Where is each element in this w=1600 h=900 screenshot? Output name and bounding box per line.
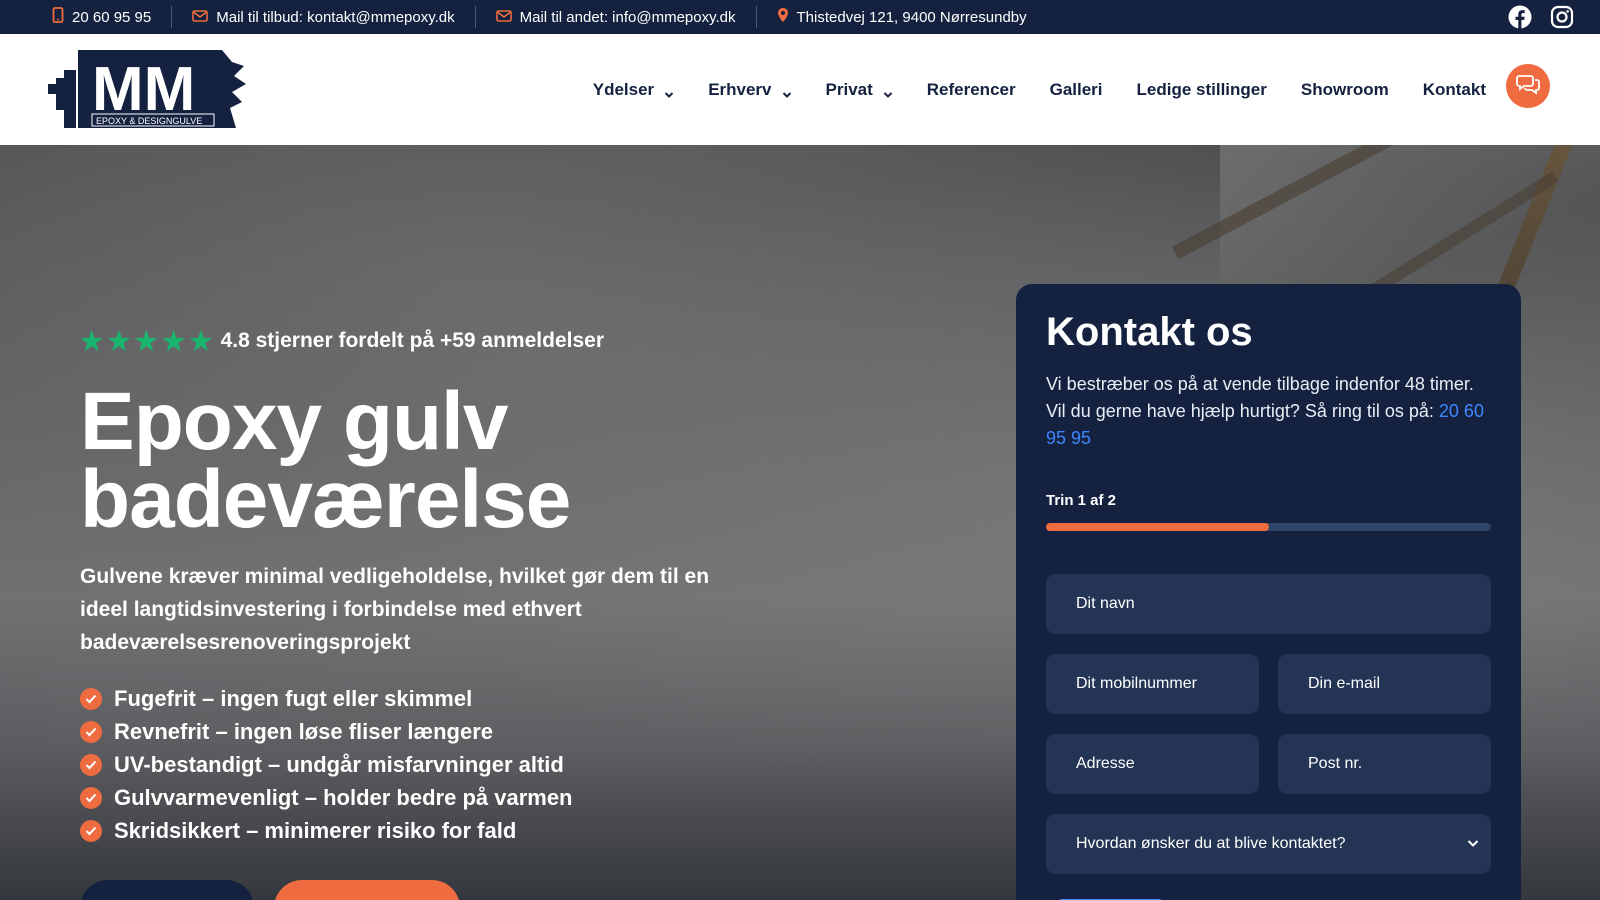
name-field[interactable]: Dit navn	[1046, 574, 1491, 634]
form-progress-bar	[1046, 523, 1491, 531]
site-logo[interactable]: MM EPOXY & DESIGNGULVE	[48, 48, 252, 132]
page-title-line: badeværelse	[80, 454, 571, 545]
envelope-icon	[192, 9, 209, 26]
postal-code-field-placeholder: Post nr.	[1308, 755, 1363, 772]
chevron-down-icon	[883, 85, 893, 98]
page-title: Epoxy gulv badeværelse	[80, 381, 800, 541]
topbar-address[interactable]: Thistedvej 121, 9400 Nørresundby	[757, 7, 1047, 27]
hero-subtitle: Gulvene kræver minimal vedligeholdelse, …	[80, 565, 710, 654]
nav-label: Referencer	[926, 79, 1016, 99]
chat-bubbles-icon	[1516, 73, 1540, 100]
instagram-icon[interactable]	[1550, 5, 1574, 29]
nav-item-privat[interactable]: Privat	[826, 80, 893, 100]
envelope-icon	[495, 9, 512, 26]
star-icon: ★	[161, 326, 186, 356]
logo-letters: MM	[92, 55, 195, 124]
form-progress-fill	[1046, 523, 1269, 531]
email-field-placeholder: Din e-mail	[1308, 675, 1381, 692]
secondary-cta-button[interactable]	[274, 880, 460, 900]
nav-label: Kontakt	[1422, 79, 1486, 99]
contact-form-card: Kontakt os Vi bestræber os på at vende t…	[1016, 284, 1521, 900]
feature-text: Skridsikkert – minimerer risiko for fald	[114, 817, 517, 843]
facebook-icon[interactable]	[1508, 5, 1532, 29]
topbar-mail-other[interactable]: Mail til andet: info@mmepoxy.dk	[476, 7, 756, 27]
nav-item-erhverv[interactable]: Erhverv	[708, 80, 791, 100]
feature-item: Revnefrit – ingen løse fliser længere	[80, 715, 573, 748]
main-nav: Ydelser Erhverv Privat Referencer Galler…	[593, 34, 1486, 145]
topbar-phone[interactable]: 20 60 95 95	[0, 7, 171, 27]
contact-description-text: Vi bestræber os på at vende tilbage inde…	[1046, 374, 1474, 421]
star-icon: ★	[189, 326, 213, 356]
name-field-placeholder: Dit navn	[1076, 595, 1135, 612]
hero-section: ★ ★ ★ ★ ★ 4.8 stjerner fordelt på +59 an…	[0, 145, 1600, 900]
nav-item-ydelser[interactable]: Ydelser	[593, 80, 674, 100]
check-icon	[80, 720, 102, 743]
feature-text: UV-bestandigt – undgår misfarvninger alt…	[114, 751, 564, 777]
feature-text: Revnefrit – ingen løse fliser længere	[114, 718, 494, 744]
star-rating: ★ ★ ★ ★ ★	[80, 328, 213, 354]
postal-code-field[interactable]: Post nr.	[1278, 734, 1491, 794]
feature-item: Skridsikkert – minimerer risiko for fald	[80, 814, 573, 847]
check-icon	[80, 819, 102, 842]
chevron-down-icon	[1467, 835, 1479, 853]
nav-item-galleri[interactable]: Galleri	[1050, 80, 1103, 100]
nav-label: Ledige stillinger	[1136, 79, 1267, 99]
star-icon: ★	[134, 326, 158, 356]
nav-label: Showroom	[1300, 79, 1389, 99]
nav-item-ledige-stillinger[interactable]: Ledige stillinger	[1137, 80, 1267, 100]
address-field[interactable]: Adresse	[1046, 734, 1259, 794]
primary-cta-button[interactable]	[80, 880, 254, 900]
review-rating-text: 4.8 stjerner fordelt på +59 anmeldelser	[220, 329, 604, 352]
nav-item-referencer[interactable]: Referencer	[927, 80, 1016, 100]
mobile-field[interactable]: Dit mobilnummer	[1046, 654, 1259, 714]
site-header: MM EPOXY & DESIGNGULVE Ydelser Erhverv P…	[0, 34, 1600, 145]
feature-text: Gulvvarmevenligt – holder bedre på varme…	[114, 784, 573, 810]
address-field-placeholder: Adresse	[1076, 755, 1135, 772]
social-links	[1508, 5, 1574, 29]
email-field[interactable]: Din e-mail	[1278, 654, 1491, 714]
contact-method-select[interactable]: Hvordan ønsker du at blive kontaktet?	[1046, 814, 1491, 874]
chevron-down-icon	[664, 85, 674, 98]
chat-button[interactable]	[1506, 64, 1550, 108]
nav-label: Galleri	[1049, 79, 1103, 99]
chevron-down-icon	[782, 85, 792, 98]
nav-item-kontakt[interactable]: Kontakt	[1423, 80, 1486, 100]
map-pin-icon	[777, 7, 789, 27]
feature-list: Fugefrit – ingen fugt eller skimmel Revn…	[80, 682, 573, 847]
nav-item-showroom[interactable]: Showroom	[1301, 80, 1389, 100]
feature-item: Fugefrit – ingen fugt eller skimmel	[80, 682, 573, 715]
mobile-phone-icon	[52, 7, 64, 27]
feature-item: UV-bestandigt – undgår misfarvninger alt…	[80, 748, 573, 781]
top-bar: 20 60 95 95 Mail til tilbud: kontakt@mme…	[0, 0, 1600, 34]
star-icon: ★	[80, 326, 104, 356]
nav-label: Erhverv	[708, 79, 772, 99]
logo-tagline: EPOXY & DESIGNGULVE	[96, 116, 202, 126]
topbar-mail-other-text: Mail til andet: info@mmepoxy.dk	[519, 8, 736, 26]
topbar-mail-offer[interactable]: Mail til tilbud: kontakt@mmepoxy.dk	[172, 7, 474, 27]
check-icon	[80, 786, 102, 809]
form-step-label: Trin 1 af 2	[1046, 492, 1117, 509]
contact-form-title: Kontakt os	[1046, 310, 1253, 354]
star-icon: ★	[107, 326, 131, 356]
topbar-phone-text: 20 60 95 95	[72, 8, 152, 26]
feature-item: Gulvvarmevenligt – holder bedre på varme…	[80, 781, 573, 814]
nav-label: Privat	[825, 79, 873, 99]
feature-text: Fugefrit – ingen fugt eller skimmel	[114, 685, 473, 711]
review-rating[interactable]: ★ ★ ★ ★ ★ 4.8 stjerner fordelt på +59 an…	[80, 328, 604, 354]
mobile-field-placeholder: Dit mobilnummer	[1076, 675, 1197, 692]
contact-form-description: Vi bestræber os på at vende tilbage inde…	[1046, 371, 1491, 452]
contact-method-select-value: Hvordan ønsker du at blive kontaktet?	[1076, 835, 1346, 852]
topbar-mail-offer-text: Mail til tilbud: kontakt@mmepoxy.dk	[216, 8, 455, 26]
check-icon	[80, 687, 102, 710]
nav-label: Ydelser	[592, 79, 655, 99]
check-icon	[80, 753, 102, 776]
topbar-address-text: Thistedvej 121, 9400 Nørresundby	[796, 8, 1027, 26]
